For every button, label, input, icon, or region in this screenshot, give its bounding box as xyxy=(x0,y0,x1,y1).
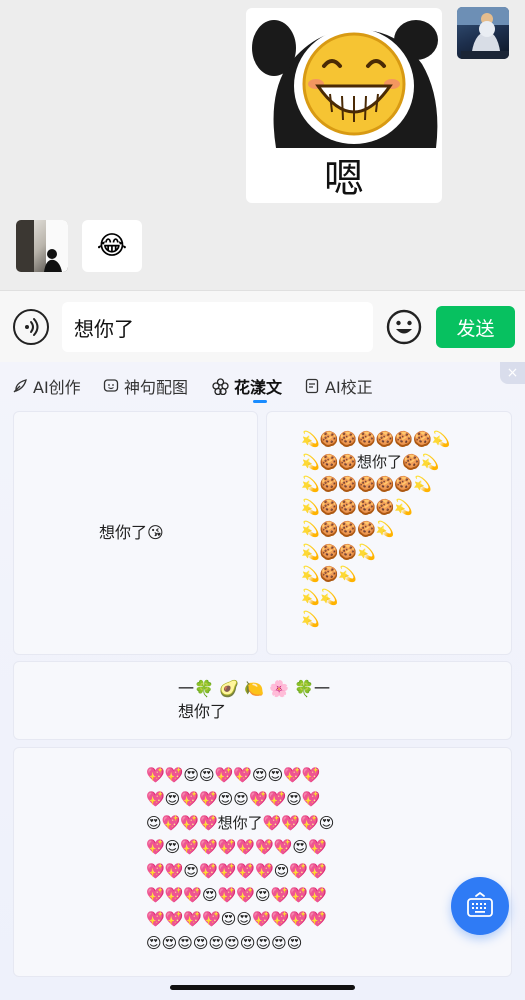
tab-label: AI创作 xyxy=(33,378,81,397)
feather-icon xyxy=(13,379,27,393)
style-option-card[interactable]: 💫🍪🍪🍪🍪🍪🍪💫 💫🍪🍪想你了🍪💫 💫🍪🍪🍪🍪🍪💫 💫🍪🍪🍪🍪💫 💫🍪🍪🍪💫 💫… xyxy=(266,411,512,655)
sticker-message[interactable]: 嗯 xyxy=(246,8,442,203)
voice-input-button[interactable] xyxy=(13,309,49,345)
styled-text-preview: 一🍀 🥑 🍋 🌸 🍀一 想你了 xyxy=(178,679,330,721)
tab-label: AI校正 xyxy=(325,378,373,397)
smiley-icon xyxy=(386,309,422,345)
tab-ai-create[interactable]: AI创作 xyxy=(12,374,81,398)
panel-close-button[interactable]: × xyxy=(500,362,525,384)
style-option-card[interactable]: 想你了😘 xyxy=(13,411,258,655)
contact-avatar[interactable] xyxy=(16,220,68,272)
emoji-picker-button[interactable] xyxy=(386,309,422,345)
panda-laughing-sticker xyxy=(252,20,438,148)
style-option-card[interactable]: 一🍀 🥑 🍋 🌸 🍀一 想你了 xyxy=(13,661,512,740)
message-input[interactable]: 想你了 xyxy=(62,302,373,352)
received-message-bubble[interactable]: 😂 xyxy=(82,220,142,272)
chat-area: 嗯 😂 xyxy=(0,0,525,290)
active-tab-indicator xyxy=(253,400,267,403)
styled-text-preview: 💖💖😍😍💖💖😍😍💖💖 💖😍💖💖😍😍💖💖😍💖 😍💖💖💖想你了💖💖💖😍 💖😍💖💖💖💖… xyxy=(146,766,335,952)
tab-fancy-text[interactable]: 花漾文 xyxy=(212,374,282,398)
silhouette-avatar-image xyxy=(16,220,68,272)
tab-label: 神句配图 xyxy=(124,378,189,397)
text-style-panel: AI创作 神句配图 花漾文 AI校正 × 想你了😘 💫🍪🍪🍪🍪🍪🍪💫 💫🍪🍪想你… xyxy=(0,362,525,1000)
keyboard-icon xyxy=(467,891,493,917)
styled-text-preview: 想你了😘 xyxy=(99,523,164,542)
home-indicator xyxy=(170,985,355,990)
keyboard-toggle-button[interactable] xyxy=(451,877,509,935)
tab-quote-image[interactable]: 神句配图 xyxy=(103,374,188,398)
avatar[interactable] xyxy=(457,7,509,59)
sticker-caption: 嗯 xyxy=(324,156,364,202)
tab-ai-proofread[interactable]: AI校正 xyxy=(304,374,373,398)
styled-text-preview: 💫🍪🍪🍪🍪🍪🍪💫 💫🍪🍪想你了🍪💫 💫🍪🍪🍪🍪🍪💫 💫🍪🍪🍪🍪💫 💫🍪🍪🍪💫 💫… xyxy=(301,430,451,628)
emoji-content: 😂 xyxy=(96,231,128,261)
send-button[interactable]: 发送 xyxy=(436,306,515,348)
voice-wave-icon xyxy=(25,318,39,336)
tab-label: 花漾文 xyxy=(234,378,283,397)
image-chat-icon xyxy=(103,379,119,392)
astronaut-avatar-image xyxy=(457,7,509,59)
flower-icon xyxy=(212,377,229,395)
input-bar: 想你了 发送 xyxy=(0,290,525,362)
style-option-card[interactable]: 💖💖😍😍💖💖😍😍💖💖 💖😍💖💖😍😍💖💖😍💖 😍💖💖💖想你了💖💖💖😍 💖😍💖💖💖💖… xyxy=(13,747,512,977)
doc-check-icon xyxy=(305,378,319,394)
panel-tabs: AI创作 神句配图 花漾文 AI校正 × xyxy=(0,362,525,408)
